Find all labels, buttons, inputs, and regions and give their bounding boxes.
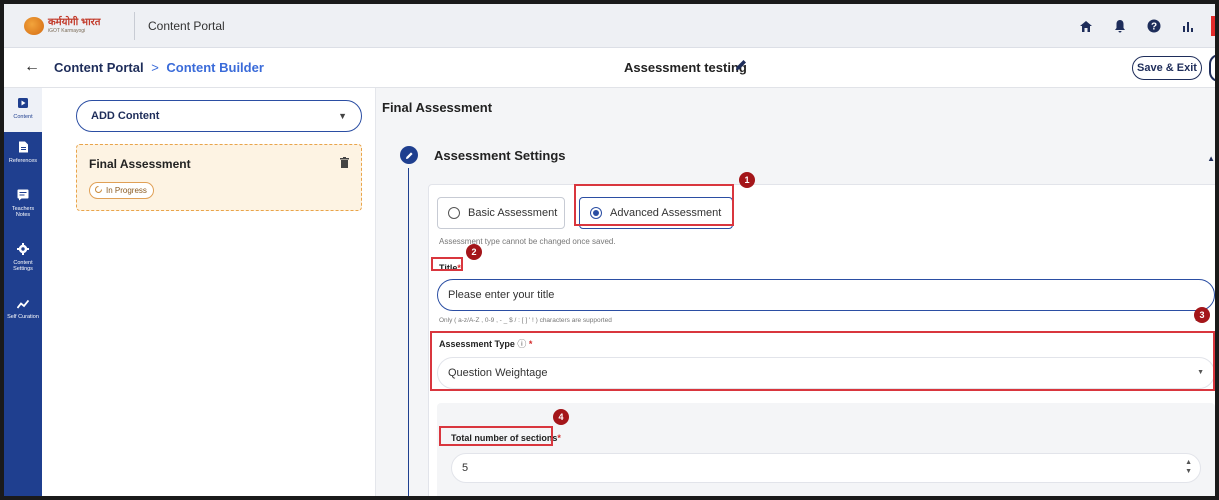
- nav-label-references: References: [8, 158, 38, 164]
- edit-title-icon[interactable]: [734, 58, 748, 75]
- divider: [134, 12, 135, 40]
- top-bar: कर्मयोगी भारत iGOT Karmayogi Content Por…: [4, 4, 1215, 48]
- content-outline-panel: ADD Content ▼ Final Assessment In Progre…: [42, 88, 376, 496]
- nav-label-content-settings: Content Settings: [13, 260, 33, 272]
- title-input[interactable]: [437, 279, 1215, 311]
- sections-value: 5: [462, 462, 469, 474]
- add-content-dropdown[interactable]: ADD Content ▼: [76, 100, 362, 132]
- status-badge: In Progress: [89, 182, 154, 199]
- svg-text:?: ?: [1151, 22, 1157, 33]
- profile-edge[interactable]: [1211, 16, 1215, 36]
- nav-label-self-curation: Self Curation: [7, 314, 39, 320]
- annotation-marker-3: 3: [1194, 307, 1210, 323]
- trend-icon: [4, 296, 42, 312]
- emblem-icon: [24, 17, 44, 35]
- logo-subtext: iGOT Karmayogi: [48, 28, 86, 34]
- step-timeline: [408, 168, 409, 496]
- nav-item-content-settings[interactable]: Content Settings: [4, 242, 42, 272]
- add-content-label: ADD Content: [91, 110, 160, 122]
- app-window: कर्मयोगी भारत iGOT Karmayogi Content Por…: [4, 4, 1215, 496]
- annotation-box-3: [430, 331, 1215, 391]
- stepper-arrows-icon[interactable]: ▲ ▼: [1185, 458, 1192, 476]
- nav-item-references[interactable]: References: [4, 140, 42, 164]
- basic-assessment-label: Basic Assessment: [468, 207, 558, 219]
- section-title: Final Assessment: [382, 100, 493, 115]
- breadcrumb-separator: >: [151, 60, 159, 75]
- breadcrumb-root[interactable]: Content Portal: [54, 60, 144, 75]
- status-text: In Progress: [106, 186, 147, 195]
- notes-icon: [4, 188, 42, 204]
- basic-assessment-radio[interactable]: Basic Assessment: [437, 197, 565, 229]
- annotation-marker-4: 4: [553, 409, 569, 425]
- nav-item-content[interactable]: Content: [4, 88, 42, 132]
- annotation-box-4: [439, 426, 553, 446]
- document-icon: [4, 140, 42, 156]
- help-icon[interactable]: ?: [1141, 16, 1167, 36]
- gear-icon: [4, 242, 42, 258]
- back-arrow-icon[interactable]: ←: [24, 58, 40, 76]
- page-title: Assessment testing: [624, 60, 747, 75]
- edit-step-icon: [400, 146, 418, 164]
- sub-header: ← Content Portal > Content Builder Asses…: [4, 48, 1215, 88]
- trash-icon[interactable]: [340, 157, 349, 171]
- nav-label-teachers-notes: Teachers Notes: [11, 206, 35, 218]
- chevron-down-icon: ▼: [338, 111, 347, 121]
- breadcrumb-current[interactable]: Content Builder: [166, 60, 264, 75]
- content-card[interactable]: Final Assessment In Progress: [76, 144, 362, 211]
- progress-icon: [94, 185, 103, 196]
- content-card-title: Final Assessment: [89, 157, 191, 171]
- home-icon[interactable]: [1073, 16, 1099, 36]
- radio-circle: [448, 207, 460, 219]
- assessment-type-hint: Assessment type cannot be changed once s…: [439, 237, 616, 246]
- nav-label-content: Content: [13, 114, 33, 120]
- content-icon: [4, 96, 42, 112]
- annotation-marker-1: 1: [739, 172, 755, 188]
- stats-icon[interactable]: [1175, 16, 1201, 36]
- panel-toggle[interactable]: [1209, 54, 1215, 82]
- annotation-marker-2: 2: [466, 244, 482, 260]
- title-character-hint: Only ( a-z/A-Z , 0-9 , - _ $ / : [ ] ' !…: [439, 317, 612, 324]
- settings-title: Assessment Settings: [434, 148, 566, 163]
- logo-text: कर्मयोगी भारत: [48, 17, 101, 28]
- bell-icon[interactable]: [1107, 16, 1133, 36]
- breadcrumb: Content Portal > Content Builder: [54, 60, 264, 75]
- top-icons: ?: [1065, 16, 1215, 36]
- portal-name: Content Portal: [148, 19, 225, 33]
- annotation-box-2: [431, 257, 463, 271]
- chevron-up-icon[interactable]: ▲: [1207, 154, 1215, 163]
- sections-number-input[interactable]: 5 ▲ ▼: [451, 453, 1201, 483]
- save-exit-button[interactable]: Save & Exit: [1132, 56, 1202, 80]
- nav-item-self-curation[interactable]: Self Curation: [4, 296, 42, 320]
- nav-item-teachers-notes[interactable]: Teachers Notes: [4, 188, 42, 218]
- brand-logo[interactable]: कर्मयोगी भारत iGOT Karmayogi: [24, 14, 124, 38]
- annotation-box-1: [574, 184, 734, 226]
- side-nav: Content References Teachers Notes Conten…: [4, 88, 42, 496]
